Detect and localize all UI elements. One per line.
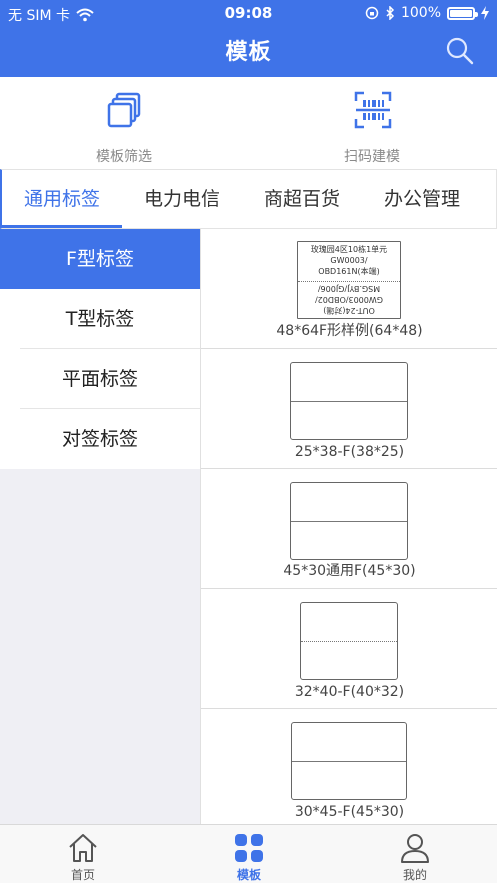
search-icon bbox=[446, 37, 474, 65]
sidebar-item-label: T型标签 bbox=[65, 308, 135, 330]
stack-layers-icon bbox=[107, 92, 141, 128]
template-card[interactable]: 32*40-F(40*32) bbox=[201, 589, 497, 709]
nav-profile[interactable]: 我的 bbox=[332, 825, 497, 884]
category-tabs: 通用标签 电力电信 商超百货 办公管理 bbox=[0, 169, 497, 229]
template-preview bbox=[291, 722, 407, 800]
template-card[interactable]: 玫瑰园4区10栋1单元 GW0003/ OBD161N(本端) OUT-24(对… bbox=[201, 229, 497, 349]
scan-build-button[interactable]: 扫码建模 bbox=[272, 77, 472, 169]
tab-office[interactable]: 办公管理 bbox=[362, 170, 482, 228]
template-filter-button[interactable]: 模板筛选 bbox=[24, 77, 224, 169]
sidebar-item-t-label[interactable]: T型标签 bbox=[0, 289, 200, 349]
search-button[interactable] bbox=[445, 36, 475, 66]
template-card[interactable]: 25*38-F(38*25) bbox=[201, 349, 497, 469]
template-preview bbox=[290, 482, 408, 560]
bluetooth-icon bbox=[386, 6, 395, 20]
template-card[interactable]: 30*45-F(45*30) bbox=[201, 709, 497, 824]
sidebar-item-f-label[interactable]: F型标签 bbox=[0, 229, 200, 289]
sample-line: 玫瑰园4区10栋1单元 bbox=[310, 245, 388, 254]
nav-home-label: 首页 bbox=[70, 868, 95, 882]
user-icon bbox=[401, 834, 429, 863]
sidebar-item-label: F型标签 bbox=[66, 248, 134, 270]
nav-profile-label: 我的 bbox=[402, 868, 427, 882]
battery-icon bbox=[447, 6, 478, 20]
template-name: 48*64F形样例(64*48) bbox=[276, 323, 423, 339]
template-preview: 玫瑰园4区10栋1单元 GW0003/ OBD161N(本端) OUT-24(对… bbox=[297, 241, 401, 319]
sample-line: OUT-24(对端) bbox=[323, 306, 375, 315]
sample-line: GW0003/OBD02/ bbox=[315, 295, 383, 304]
battery-percent: 100% bbox=[400, 5, 441, 21]
template-name: 32*40-F(40*32) bbox=[294, 684, 405, 700]
sample-line: GW0003/ bbox=[330, 256, 368, 265]
quick-actions: 模板筛选 扫码建模 bbox=[0, 77, 497, 169]
top-bar: 无 SIM 卡 09:08 100% 模板 bbox=[0, 0, 497, 77]
sidebar-item-flat-label[interactable]: 平面标签 bbox=[0, 349, 200, 409]
template-filter-label: 模板筛选 bbox=[96, 149, 152, 165]
template-name: 45*30通用F(45*30) bbox=[283, 563, 416, 579]
template-preview bbox=[300, 602, 398, 680]
bottom-nav: 首页 模板 我的 bbox=[0, 824, 497, 883]
template-name: 30*45-F(45*30) bbox=[294, 804, 405, 820]
sidebar-item-label: 对签标签 bbox=[61, 428, 138, 450]
label-type-sidebar: F型标签 T型标签 平面标签 对签标签 bbox=[0, 229, 200, 824]
nav-templates[interactable]: 模板 bbox=[166, 825, 332, 884]
template-list[interactable]: 玫瑰园4区10栋1单元 GW0003/ OBD161N(本端) OUT-24(对… bbox=[200, 229, 497, 824]
scan-build-label: 扫码建模 bbox=[344, 149, 400, 165]
template-card[interactable]: 45*30通用F(45*30) bbox=[201, 469, 497, 589]
charging-icon bbox=[481, 6, 489, 20]
tab-supermarket[interactable]: 商超百货 bbox=[242, 170, 362, 228]
orientation-lock-icon bbox=[365, 6, 379, 20]
template-preview bbox=[290, 362, 408, 440]
tab-power-telecom[interactable]: 电力电信 bbox=[122, 170, 242, 228]
sample-line: OBD161N(本端) bbox=[318, 267, 380, 276]
nav-templates-label: 模板 bbox=[236, 868, 261, 882]
nav-home[interactable]: 首页 bbox=[0, 825, 166, 884]
barcode-scan-icon bbox=[354, 91, 392, 129]
sidebar-item-label: 平面标签 bbox=[61, 368, 138, 390]
status-bar: 无 SIM 卡 09:08 100% bbox=[0, 0, 497, 26]
grid-icon bbox=[235, 834, 263, 862]
page-title: 模板 bbox=[225, 40, 272, 65]
sidebar-item-pair-label[interactable]: 对签标签 bbox=[0, 409, 200, 469]
template-name: 25*38-F(38*25) bbox=[294, 444, 405, 460]
sample-line: MSG.BYJ/GJ006/ bbox=[317, 284, 381, 293]
home-icon bbox=[69, 834, 97, 862]
tab-general[interactable]: 通用标签 bbox=[2, 170, 122, 228]
